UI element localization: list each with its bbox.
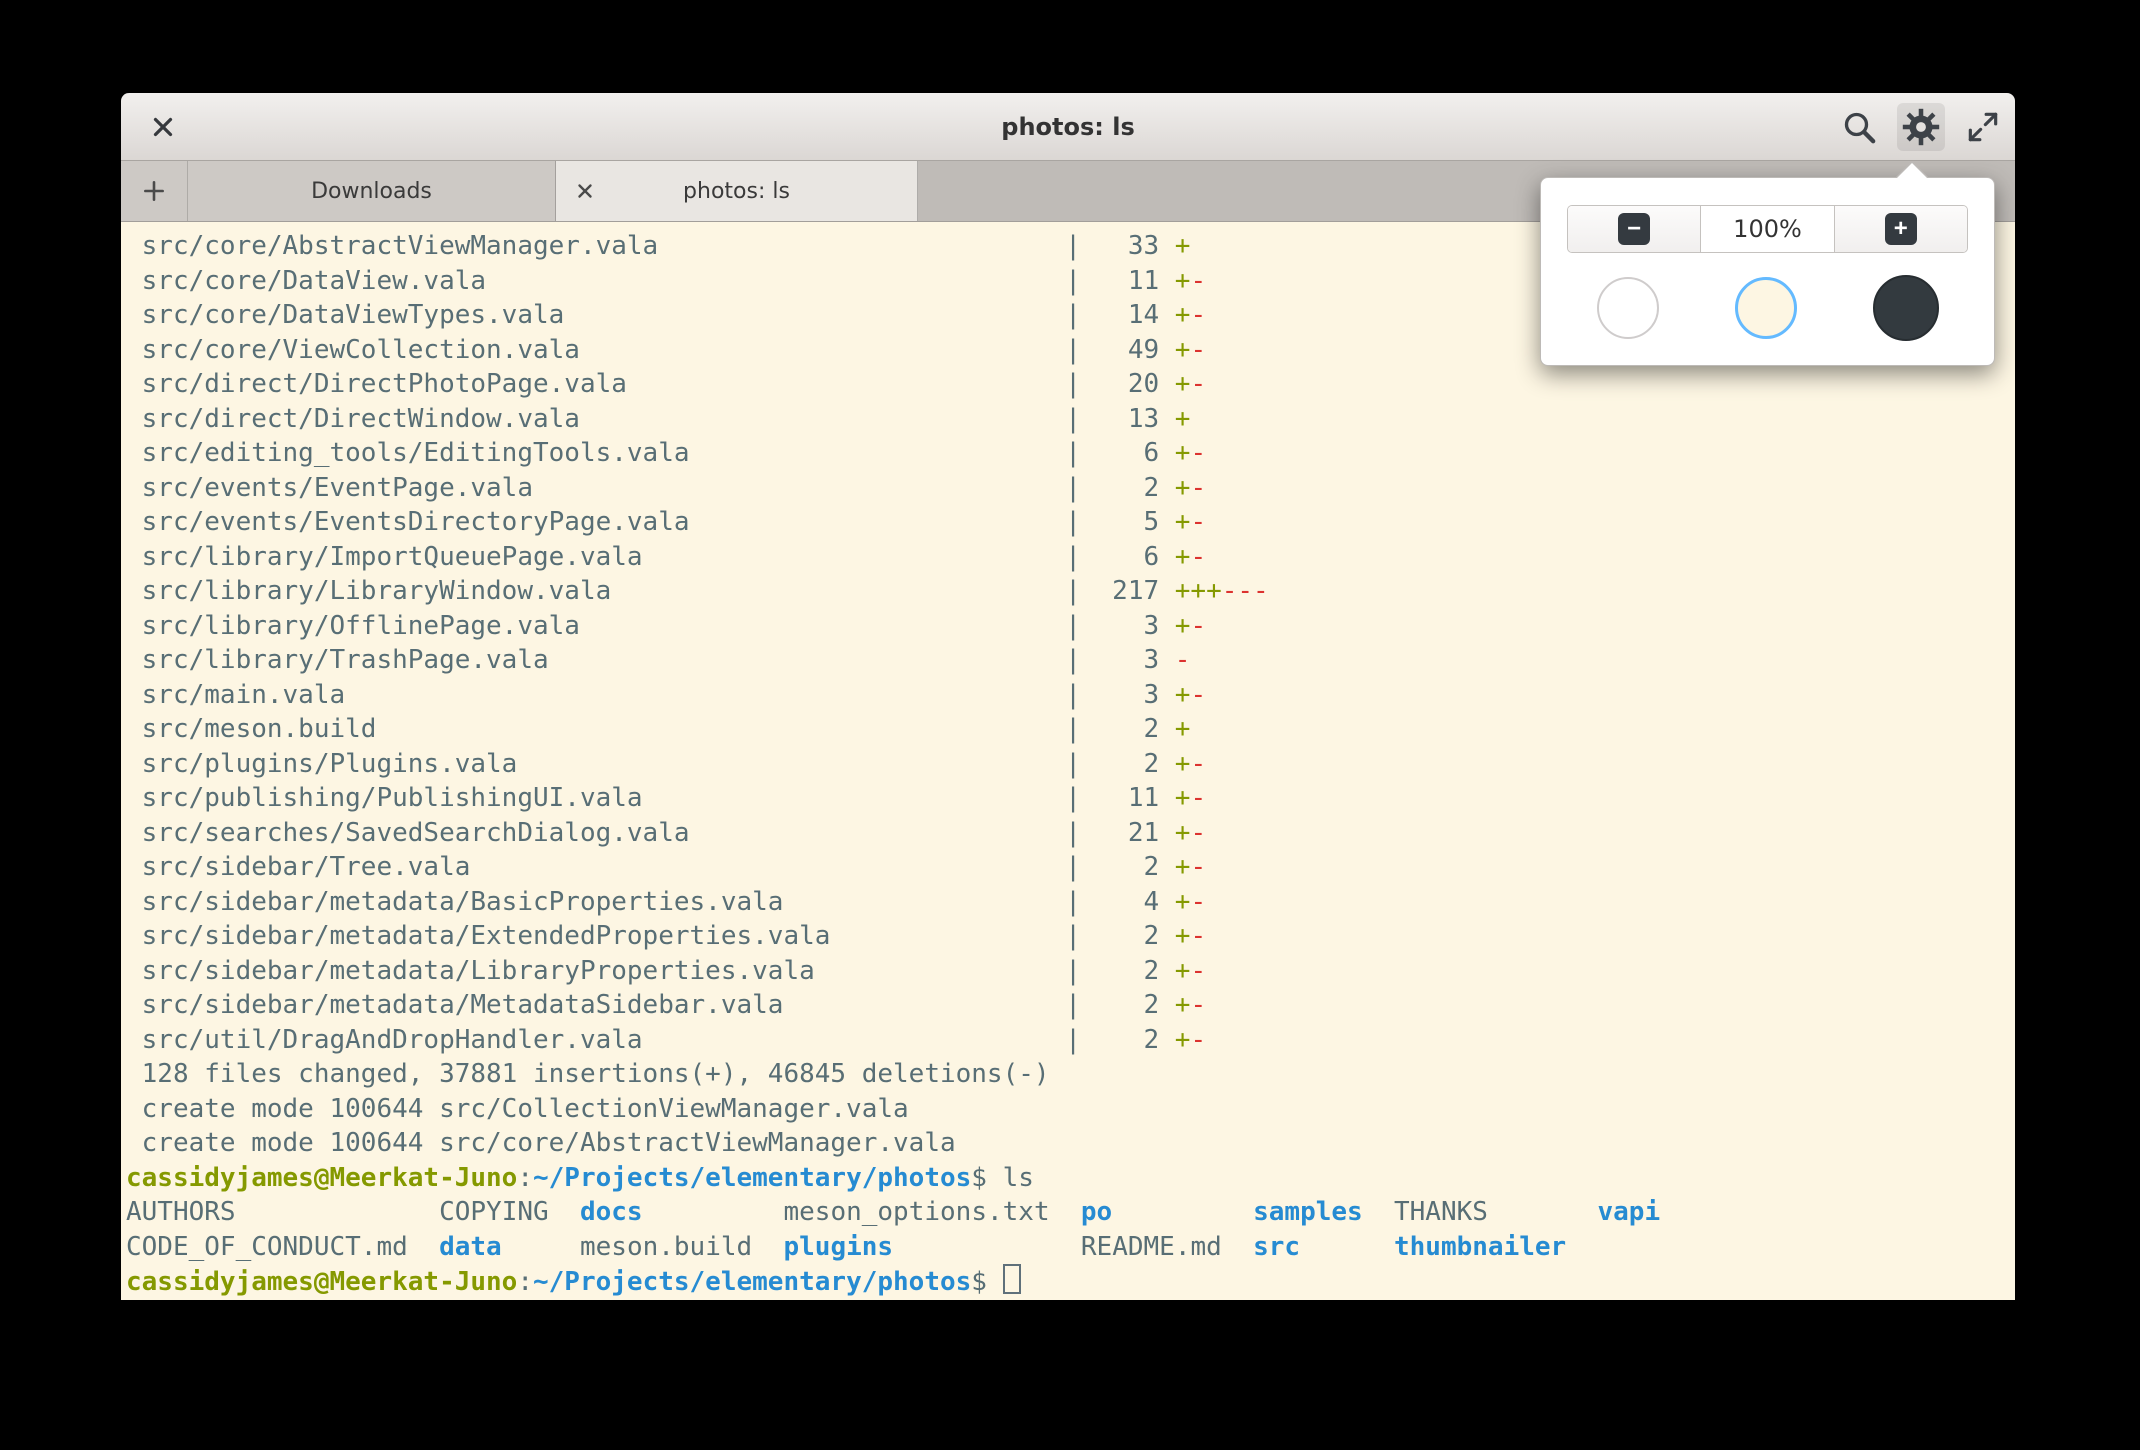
diffstat-line: src/searches/SavedSearchDialog.vala | 21… (126, 816, 2015, 851)
zoom-in-button[interactable]: + (1834, 206, 1967, 252)
ls-line: CODE_OF_CONDUCT.md data meson.build plug… (126, 1230, 2015, 1265)
headerbar: photos: ls (121, 93, 2015, 161)
diffstat-line: src/sidebar/metadata/LibraryProperties.v… (126, 954, 2015, 989)
search-icon (1839, 107, 1879, 147)
diffstat-line: src/direct/DirectPhotoPage.vala | 20 +- (126, 367, 2015, 402)
tab-close-icon (574, 180, 596, 202)
zoom-out-icon: − (1618, 213, 1650, 245)
zoom-out-button[interactable]: − (1568, 206, 1700, 252)
zoom-in-icon: + (1885, 213, 1917, 245)
fullscreen-button[interactable] (1959, 103, 2007, 151)
settings-popover: − 100% + (1540, 177, 1995, 366)
diffstat-line: src/sidebar/metadata/BasicProperties.val… (126, 885, 2015, 920)
plus-icon (141, 178, 167, 204)
ls-line: AUTHORS COPYING docs meson_options.txt p… (126, 1195, 2015, 1230)
close-icon (148, 112, 178, 142)
tab-close-button[interactable] (574, 161, 596, 221)
expand-icon (1964, 108, 2002, 146)
diffstat-line: src/sidebar/Tree.vala | 2 +- (126, 850, 2015, 885)
diffstat-line: src/events/EventPage.vala | 2 +- (126, 471, 2015, 506)
theme-dark-button[interactable] (1873, 275, 1939, 341)
diffstat-line: src/library/TrashPage.vala | 3 - (126, 643, 2015, 678)
search-button[interactable] (1835, 103, 1883, 151)
zoom-control: − 100% + (1567, 205, 1968, 253)
summary-line: 128 files changed, 37881 insertions(+), … (126, 1057, 2015, 1092)
terminal-body[interactable]: src/core/AbstractViewManager.vala | 33 +… (121, 222, 2015, 1300)
tab-label: Downloads (311, 179, 432, 204)
settings-button[interactable] (1897, 103, 1945, 151)
prompt-line: cassidyjames@Meerkat-Juno:~/Projects/ele… (126, 1264, 2015, 1299)
tab-downloads[interactable]: Downloads (188, 161, 556, 221)
create-mode-line: create mode 100644 src/CollectionViewMan… (126, 1092, 2015, 1127)
window-close-button[interactable] (143, 107, 183, 147)
theme-white-button[interactable] (1597, 277, 1659, 339)
diffstat-line: src/editing_tools/EditingTools.vala | 6 … (126, 436, 2015, 471)
gear-icon (1900, 106, 1942, 148)
diffstat-line: src/library/ImportQueuePage.vala | 6 +- (126, 540, 2015, 575)
tab-label: photos: ls (683, 179, 790, 204)
diffstat-line: src/publishing/PublishingUI.vala | 11 +- (126, 781, 2015, 816)
diffstat-line: src/events/EventsDirectoryPage.vala | 5 … (126, 505, 2015, 540)
create-mode-line: create mode 100644 src/core/AbstractView… (126, 1126, 2015, 1161)
prompt-line: cassidyjames@Meerkat-Juno:~/Projects/ele… (126, 1161, 2015, 1196)
tab-photos-ls[interactable]: photos: ls (556, 161, 918, 221)
diffstat-line: src/meson.build | 2 + (126, 712, 2015, 747)
diffstat-line: src/plugins/Plugins.vala | 2 +- (126, 747, 2015, 782)
theme-solarized-light-button[interactable] (1735, 277, 1797, 339)
diffstat-line: src/sidebar/metadata/MetadataSidebar.val… (126, 988, 2015, 1023)
diffstat-line: src/sidebar/metadata/ExtendedProperties.… (126, 919, 2015, 954)
diffstat-line: src/library/OfflinePage.vala | 3 +- (126, 609, 2015, 644)
headerbar-actions (1835, 103, 2015, 151)
window-title: photos: ls (121, 113, 2015, 141)
diffstat-line: src/direct/DirectWindow.vala | 13 + (126, 402, 2015, 437)
diffstat-line: src/library/LibraryWindow.vala | 217 +++… (126, 574, 2015, 609)
zoom-level: 100% (1700, 206, 1833, 252)
diffstat-line: src/util/DragAndDropHandler.vala | 2 +- (126, 1023, 2015, 1058)
theme-switcher (1541, 275, 1994, 341)
diffstat-line: src/main.vala | 3 +- (126, 678, 2015, 713)
new-tab-button[interactable] (121, 161, 188, 221)
terminal-cursor (1003, 1264, 1021, 1294)
